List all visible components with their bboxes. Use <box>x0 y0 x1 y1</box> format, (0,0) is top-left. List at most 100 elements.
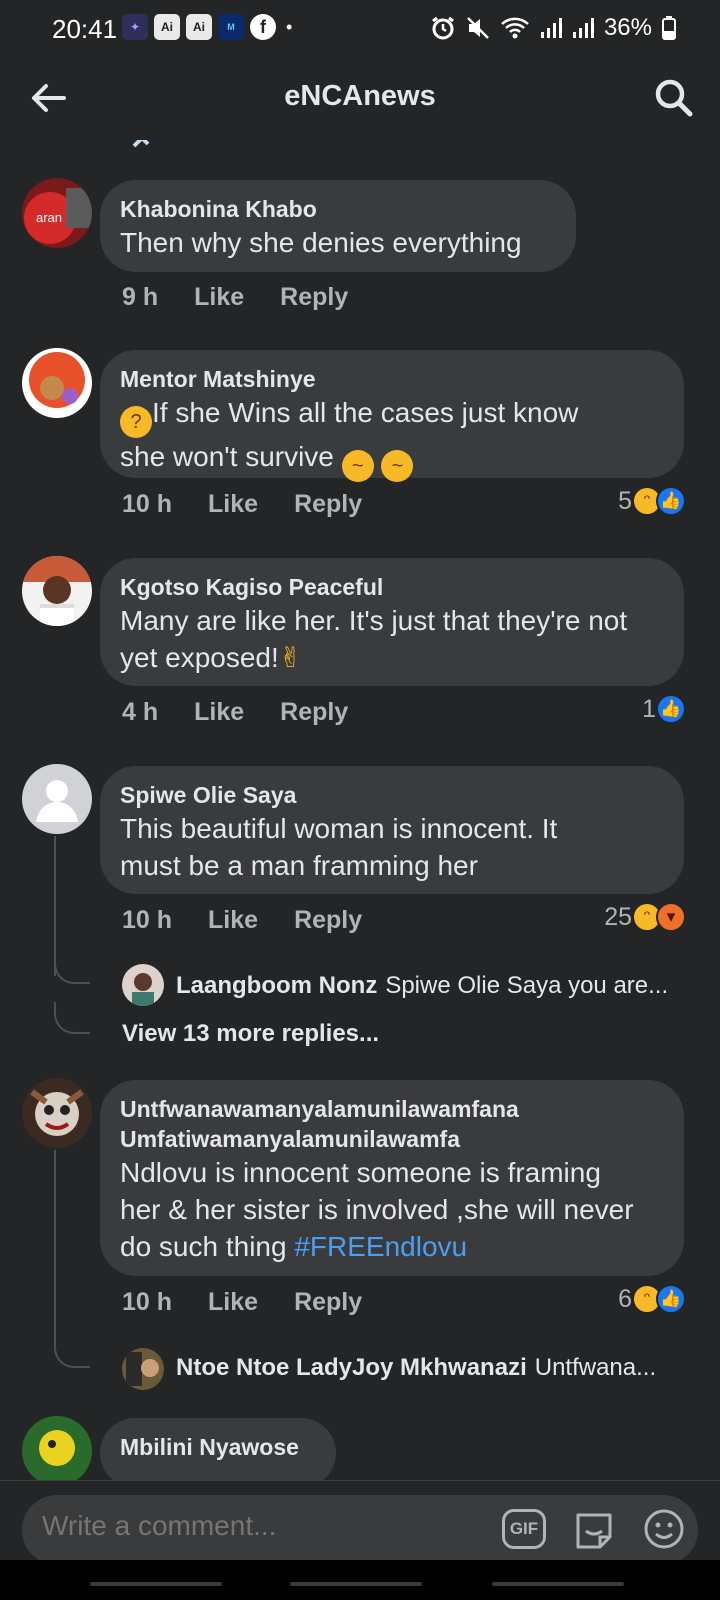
comment-text: ? If she Wins all the cases just know <box>120 394 664 438</box>
reply-preview[interactable]: Ntoe Ntoe LadyJoy Mkhwanazi Untfwana... <box>176 1354 656 1382</box>
battery-percent: 36% <box>603 14 652 41</box>
comment-text: her & her sister is involved ,she will n… <box>120 1194 634 1225</box>
thread-connector <box>54 1336 90 1368</box>
grimace-emoji-icon: ~ <box>341 450 374 482</box>
comment-author[interactable]: Spiwe Olie Saya <box>120 780 664 810</box>
hashtag-link[interactable]: #FREEndlovu <box>294 1231 467 1262</box>
reply-text: Untfwana... <box>534 1354 657 1381</box>
like-reaction-icon: 👍 <box>656 694 686 724</box>
comment-actions: 9 h Like Reply <box>122 283 384 312</box>
avatar[interactable] <box>22 348 92 418</box>
reply-text: Spiwe Olie Saya you are... <box>385 972 669 999</box>
like-button[interactable]: Like <box>194 698 244 727</box>
battery-icon <box>662 16 676 40</box>
comment-time: 10 h <box>122 490 173 518</box>
comment-author[interactable]: Umfatiwamanyalamunilawamfa <box>120 1124 664 1154</box>
comment-composer-bar: GIF <box>0 1480 720 1565</box>
gif-icon[interactable]: GIF <box>502 1509 546 1549</box>
comment-time: 4 h <box>122 698 159 726</box>
comment-bubble[interactable]: Mbilini Nyawose <box>100 1418 336 1480</box>
comment-bubble[interactable]: Untfwanawamanyalamunilawamfana Umfatiwam… <box>100 1080 684 1276</box>
signal-icon <box>540 18 562 38</box>
comment-time: 10 h <box>122 906 173 934</box>
reaction-summary[interactable]: 6 ᵔ 👍 <box>618 1284 686 1314</box>
svg-text:aran: aran <box>36 210 62 225</box>
top-app-bar: eNCAnews <box>0 56 720 140</box>
reaction-summary[interactable]: 1 👍 <box>642 694 686 724</box>
thread-connector <box>54 952 90 984</box>
system-navigation-bar <box>0 1560 720 1600</box>
avatar[interactable] <box>22 1078 92 1148</box>
comment-bubble[interactable]: Khabonina Khabo Then why she denies ever… <box>100 180 576 272</box>
angry-reaction-icon: ▾ <box>656 902 686 932</box>
comment-text: do such thing #FREEndlovu <box>120 1231 468 1262</box>
avatar[interactable] <box>122 964 164 1006</box>
reply-preview[interactable]: Laangboom Nonz Spiwe Olie Saya you are..… <box>176 972 668 1000</box>
avatar[interactable]: aran <box>22 178 92 248</box>
like-button[interactable]: Like <box>208 1288 258 1317</box>
reply-button[interactable]: Reply <box>280 698 348 727</box>
mute-icon <box>467 17 489 39</box>
status-time: 20:41 <box>52 14 118 44</box>
comment-composer[interactable]: GIF <box>22 1495 698 1565</box>
like-reaction-icon: 👍 <box>656 486 686 516</box>
like-button[interactable]: Like <box>194 283 244 312</box>
reaction-summary[interactable]: 5 ᵔ 👍 <box>618 486 686 516</box>
comment-actions: 4 h Like Reply <box>122 698 384 727</box>
like-button[interactable]: Like <box>208 906 258 935</box>
comment-text: yet exposed!✌ <box>120 642 303 673</box>
comment-bubble[interactable]: Spiwe Olie Saya This beautiful woman is … <box>100 766 684 894</box>
comments-list[interactable]: aran Khabonina Khabo Then why she denies… <box>0 140 720 1480</box>
reaction-summary[interactable]: 25 ᵔ ▾ <box>604 902 686 932</box>
home-button[interactable] <box>290 1582 422 1586</box>
more-notifications-dot: • <box>286 16 293 37</box>
comment-time: 9 h <box>122 283 159 311</box>
reply-button[interactable]: Reply <box>280 283 348 312</box>
view-more-replies-link[interactable]: View 13 more replies... <box>122 1020 379 1048</box>
comment-text: Ndlovu is innocent someone is framing <box>120 1157 601 1188</box>
newmovies-app-icon: M <box>218 14 244 40</box>
comment-text: Many are like her. It's just that they'r… <box>120 605 628 636</box>
reaction-count: 1 <box>642 694 656 723</box>
comment-actions: 10 h Like Reply <box>122 906 398 935</box>
sticker-icon[interactable] <box>572 1507 616 1551</box>
status-notification-icons: ✦ Ai Ai M f • <box>122 14 292 40</box>
avatar[interactable] <box>22 764 92 834</box>
comment-text: she won't survive ~ ~ <box>120 438 664 482</box>
signal-icon <box>572 18 594 38</box>
reply-author[interactable]: Laangboom Nonz <box>176 972 377 1000</box>
comment-author[interactable]: Untfwanawamanyalamunilawamfana <box>120 1094 664 1124</box>
thread-connector <box>54 1002 90 1034</box>
avatar[interactable] <box>22 556 92 626</box>
avatar[interactable] <box>22 1416 92 1480</box>
ai-app-icon: Ai <box>186 14 212 40</box>
comment-time: 10 h <box>122 1288 173 1316</box>
comment-author[interactable]: Mentor Matshinye <box>120 364 664 394</box>
wifi-icon <box>501 17 529 39</box>
recent-apps-button[interactable] <box>90 1582 222 1586</box>
comment-text: Then why she denies everything <box>120 227 522 258</box>
reply-button[interactable]: Reply <box>294 490 362 519</box>
avatar[interactable] <box>122 1348 164 1390</box>
comment-input[interactable] <box>42 1510 462 1542</box>
system-back-button[interactable] <box>492 1582 624 1586</box>
partial-reaction-icon <box>132 140 150 148</box>
comment-author[interactable]: Mbilini Nyawose <box>120 1432 316 1462</box>
search-icon[interactable] <box>652 76 694 118</box>
app-notification-icon: ✦ <box>122 14 148 40</box>
comment-bubble[interactable]: Kgotso Kagiso Peaceful Many are like her… <box>100 558 684 686</box>
page-title: eNCAnews <box>284 80 436 112</box>
comment-actions: 10 h Like Reply <box>122 490 398 519</box>
reply-button[interactable]: Reply <box>294 906 362 935</box>
like-button[interactable]: Like <box>208 490 258 519</box>
reply-author[interactable]: Ntoe Ntoe LadyJoy Mkhwanazi <box>176 1354 527 1382</box>
comment-bubble[interactable]: Mentor Matshinye ? If she Wins all the ca… <box>100 350 684 482</box>
reply-button[interactable]: Reply <box>294 1288 362 1317</box>
like-reaction-icon: 👍 <box>656 1284 686 1314</box>
status-bar: 20:41 ✦ Ai Ai M f • 36% <box>0 0 720 56</box>
emoji-icon[interactable] <box>642 1507 686 1551</box>
comment-author[interactable]: Kgotso Kagiso Peaceful <box>120 572 664 602</box>
grimace-emoji-icon: ~ <box>381 450 414 482</box>
thread-line <box>54 1150 56 1340</box>
comment-author[interactable]: Khabonina Khabo <box>120 194 556 224</box>
